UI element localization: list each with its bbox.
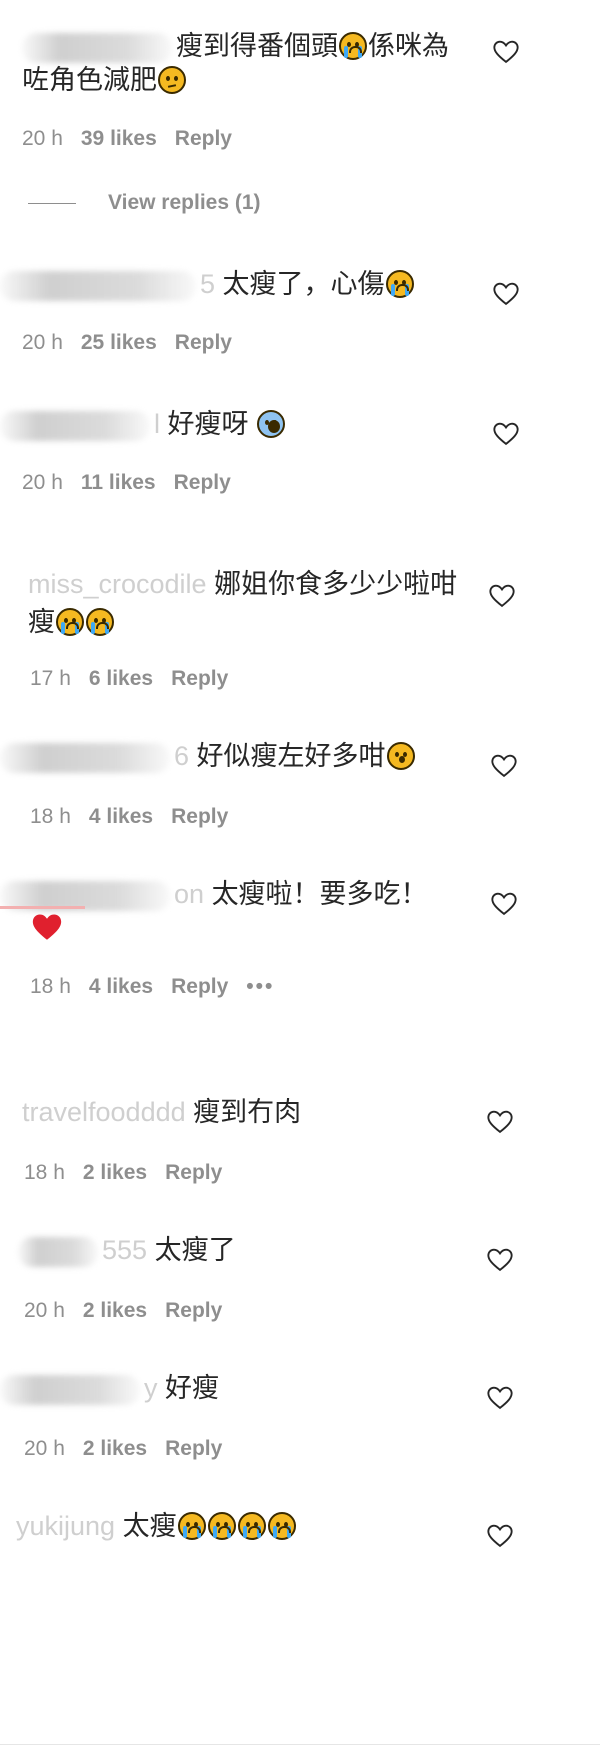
comment-8-text: 555 太瘦了	[18, 1232, 236, 1268]
blurred-username[interactable]	[0, 1374, 140, 1405]
screaming-face-emoji	[257, 410, 286, 438]
comment-4-text: miss_crocodile 娜姐你食多少少啦咁	[28, 569, 458, 599]
like-count[interactable]: 2 likes	[83, 1437, 147, 1460]
comment-2-meta: 20 h 25 likes Reply	[22, 331, 232, 354]
heart-outline-icon[interactable]	[486, 1522, 514, 1550]
comment-1-text: 瘦到得番個頭 係咪為	[22, 28, 449, 64]
like-count[interactable]: 2 likes	[83, 1299, 147, 1322]
highlight-bar	[0, 906, 85, 909]
comment-1-meta: 20 h 39 likes Reply	[22, 127, 232, 150]
crying-face-emoji	[339, 32, 367, 60]
comment-7-meta: 18 h2 likes Reply	[24, 1161, 223, 1184]
reply-button[interactable]: Reply	[165, 1437, 222, 1460]
like-count[interactable]: 2 likes	[83, 1161, 147, 1184]
blurred-username[interactable]	[0, 270, 196, 301]
comment-4-meta: 17 h6 likes Reply	[30, 667, 229, 690]
comment-5-text: 6 好似瘦左好多咁	[0, 738, 416, 774]
blurred-username[interactable]	[0, 742, 170, 773]
reply-button[interactable]: Reply	[165, 1299, 222, 1322]
crying-face-emoji	[237, 1512, 266, 1540]
blurred-username[interactable]	[18, 1236, 98, 1267]
like-count[interactable]: 25 likes	[81, 331, 157, 354]
hushed-face-emoji	[386, 742, 415, 770]
crying-face-emoji	[207, 1512, 236, 1540]
crying-face-emoji	[86, 608, 114, 636]
reply-button[interactable]: Reply	[175, 331, 232, 354]
comment-7-text: travelfoodddd 瘦到冇肉	[22, 1097, 302, 1127]
comment-10-text: yukijung 太瘦	[16, 1508, 297, 1544]
reply-button[interactable]: Reply	[165, 1161, 222, 1184]
heart-outline-icon[interactable]	[486, 1108, 514, 1136]
comment-3-meta: 20 h 11 likes Reply	[22, 471, 231, 494]
blurred-username[interactable]: travelfoodddd	[22, 1097, 186, 1127]
reply-button[interactable]: Reply	[175, 127, 232, 150]
divider-line	[28, 202, 76, 204]
heart-outline-icon[interactable]	[492, 420, 520, 448]
comment-8-meta: 20 h2 likes Reply	[24, 1299, 223, 1322]
like-count[interactable]: 11 likes	[81, 471, 156, 494]
comment-9-meta: 20 h2 likes Reply	[24, 1437, 223, 1460]
blurred-username[interactable]: miss_crocodile	[28, 569, 207, 599]
view-replies-button[interactable]: View replies (1)	[28, 190, 261, 216]
blurred-username[interactable]	[0, 410, 150, 441]
like-count[interactable]: 39 likes	[81, 127, 157, 150]
reply-button[interactable]: Reply	[174, 471, 231, 494]
like-count[interactable]: 4 likes	[89, 975, 153, 998]
heart-outline-icon[interactable]	[486, 1246, 514, 1274]
like-count[interactable]: 6 likes	[89, 667, 153, 690]
more-options-icon[interactable]: •••	[246, 975, 274, 998]
crying-face-emoji	[385, 270, 414, 298]
crying-face-emoji	[177, 1512, 206, 1540]
comment-4-text-line2: 瘦	[28, 604, 115, 640]
crying-face-emoji	[56, 608, 84, 636]
reply-button[interactable]: Reply	[171, 975, 228, 998]
heart-outline-icon[interactable]	[486, 1384, 514, 1412]
reply-button[interactable]: Reply	[171, 805, 228, 828]
like-count[interactable]: 4 likes	[89, 805, 153, 828]
heart-outline-icon[interactable]	[488, 582, 516, 610]
comment-6-meta: 18 h4 likes Reply •••	[30, 975, 275, 998]
blurred-username[interactable]: yukijung	[16, 1511, 115, 1541]
blurred-username[interactable]	[22, 32, 172, 63]
comment-9-text: y 好瘦	[0, 1370, 219, 1406]
reply-button[interactable]: Reply	[171, 667, 228, 690]
thinking-face-emoji	[158, 66, 186, 94]
heart-outline-icon[interactable]	[492, 280, 520, 308]
comment-5-meta: 18 h4 likes Reply	[30, 805, 229, 828]
heart-outline-icon[interactable]	[490, 752, 518, 780]
red-heart-emoji	[32, 914, 62, 940]
comment-1-text-line2: 咗角色減肥	[22, 62, 187, 98]
heart-outline-icon[interactable]	[490, 890, 518, 918]
heart-outline-icon[interactable]	[492, 38, 520, 66]
comment-3-text: l 好瘦呀	[0, 406, 286, 442]
comment-2-text: 5 太瘦了，心傷	[0, 266, 415, 302]
bottom-divider	[0, 1744, 600, 1745]
crying-face-emoji	[267, 1512, 296, 1540]
